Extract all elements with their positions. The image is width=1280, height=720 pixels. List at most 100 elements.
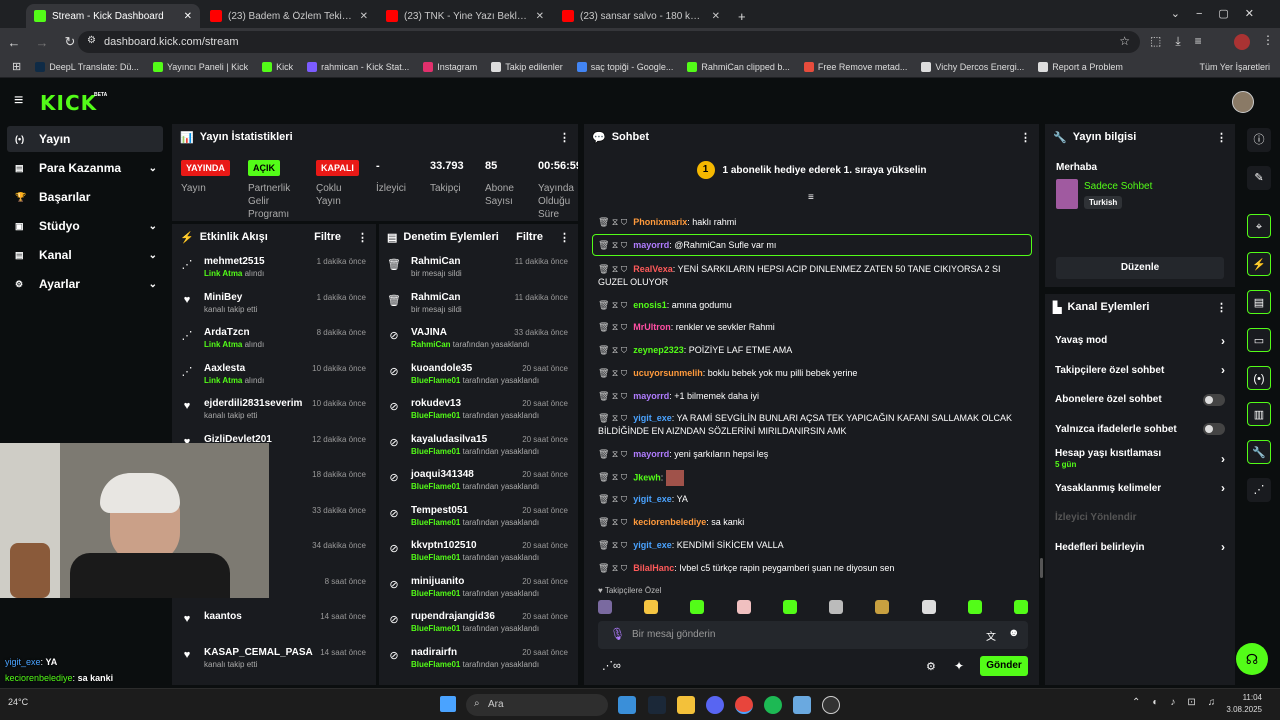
- feed-row[interactable]: 🗑 RahmiCan bir mesajı sildi 11 dakika önce: [379, 286, 578, 322]
- emote-icon[interactable]: [829, 600, 844, 614]
- bookmark-item[interactable]: Instagram: [423, 61, 477, 72]
- feed-row[interactable]: ⊘ rokudev13 BlueFlame01 tarafından yasakla…: [379, 392, 578, 428]
- sidebar-item[interactable]: (•) Yayın: [7, 126, 163, 152]
- send-button[interactable]: Gönder: [980, 656, 1028, 676]
- channel-action-item[interactable]: Abonelere özel sohbet: [1045, 385, 1235, 415]
- share-icon[interactable]: ⋰: [1247, 478, 1271, 502]
- activity-filter-button[interactable]: Filtre: [314, 231, 341, 243]
- pinned-toggle-icon[interactable]: ≡: [808, 192, 814, 203]
- chat-message[interactable]: 🗑 ⧖ ⛉ ucuyorsunmelih: boklu bebek yok mu …: [598, 367, 1028, 380]
- layout-icon[interactable]: ▥: [1247, 402, 1271, 426]
- emote-icon[interactable]: [736, 600, 751, 614]
- chat-username[interactable]: yigit_exe: [633, 413, 672, 423]
- feed-row[interactable]: ⋰ ArdaTzcn Link Atma alındı 8 dakika önce: [172, 321, 376, 357]
- stats-menu-icon[interactable]: ⋮: [559, 131, 570, 144]
- chat-username[interactable]: yigit_exe: [633, 540, 672, 550]
- chat-tools-icon[interactable]: ⋰∞: [602, 659, 621, 672]
- chat-message[interactable]: 🗑 ⧖ ⛉ mayorrd: yeni şarkıların hepsi leş: [598, 448, 1028, 461]
- clock-date[interactable]: 3.08.2025: [1206, 705, 1262, 714]
- feed-row[interactable]: ♥ KASAP_CEMAL_PASA kanalı takip etti 14 saa…: [172, 641, 376, 677]
- channel-action-item[interactable]: Hesap yaşı kısıtlaması 5 gün ›: [1045, 444, 1235, 474]
- bookmark-item[interactable]: rahmican - Kick Stat...: [307, 61, 409, 72]
- chat-message[interactable]: 🗑 ⧖ ⛉ MrUltron: renkler ve sevkler Rahmi: [598, 321, 1028, 334]
- chat-message[interactable]: 🗑 ⧖ ⛉ yigit_exe: YA: [598, 493, 1028, 506]
- emote-icon[interactable]: [967, 600, 982, 614]
- back-icon[interactable]: ←: [0, 35, 28, 50]
- hamburger-menu-icon[interactable]: ≡: [14, 92, 23, 110]
- tab-close-icon[interactable]: ✕: [184, 11, 192, 22]
- window-controls[interactable]: ⌄−▢✕: [1171, 7, 1270, 20]
- browser-tab[interactable]: (23) sansar salvo - 180 km. - Yo ✕: [554, 4, 728, 28]
- chat-username[interactable]: BilalHanc: [633, 563, 674, 573]
- emote-icon[interactable]: [644, 600, 659, 614]
- sidebar-item[interactable]: 🏆 Başarılar: [7, 184, 163, 210]
- browser-menu-icon[interactable]: ⋮: [1262, 33, 1274, 47]
- bookmark-item[interactable]: DeepL Translate: Dü...: [35, 61, 139, 72]
- bookmark-item[interactable]: Yayıncı Paneli | Kick: [152, 61, 248, 72]
- feed-row[interactable]: ⊘ nadirairfn BlueFlame01 tarafından yasakl…: [379, 641, 578, 677]
- bookmark-item[interactable]: Vichy Dercos Energi...: [921, 61, 1024, 72]
- sidebar-item[interactable]: ▣ Stüdyo ⌄: [7, 213, 163, 239]
- chat-bot-icon[interactable]: ✦: [954, 659, 964, 673]
- channel-action-item[interactable]: Yasaklanmış kelimeler ›: [1045, 474, 1235, 504]
- bookmark-item[interactable]: Free Remove metad...: [803, 61, 907, 72]
- emote-icon[interactable]: [921, 600, 936, 614]
- feed-row[interactable]: 🗑 RahmiCan bir mesajı sildi 11 dakika önce: [379, 250, 578, 286]
- emote-icon[interactable]: [1013, 600, 1028, 614]
- chat-username[interactable]: ucuyorsunmelih: [633, 368, 703, 378]
- chat-message[interactable]: 🗑 ⧖ ⛉ mayorrd: @RahmiCan Sufle var mı: [598, 239, 1028, 252]
- feed-row[interactable]: ⊘ VAJINA RahmiCan tarafından yasaklandı 33 …: [379, 321, 578, 357]
- sidebar-item[interactable]: ▤ Kanal ⌄: [7, 242, 163, 268]
- chat-username[interactable]: zeynep2323: [633, 345, 684, 355]
- chat-message[interactable]: 🗑 ⧖ ⛉ enosis1: amına godumu: [598, 299, 1028, 312]
- kick-logo[interactable]: KICK: [40, 91, 97, 115]
- mod-action-icons[interactable]: 🗑 ⧖ ⛉: [598, 240, 627, 250]
- support-chat-icon[interactable]: ☊: [1236, 643, 1268, 675]
- list-icon[interactable]: ▤: [1247, 290, 1271, 314]
- tab-close-icon[interactable]: ✕: [360, 11, 368, 22]
- feed-row[interactable]: ⊘ joaqui341348 BlueFlame01 tarafından yasa…: [379, 463, 578, 499]
- chat-message[interactable]: 🗑 ⧖ ⛉ yigit_exe: YA RAMİ SEVGİLİN BUNLARI…: [598, 412, 1028, 438]
- chrome-icon[interactable]: [735, 696, 753, 714]
- mod-action-icons[interactable]: 🗑 ⧖ ⛉: [598, 345, 627, 355]
- emote-icon[interactable]: [875, 600, 890, 614]
- browser-toolbar-icons[interactable]: ⬚⤓≡: [1150, 34, 1216, 49]
- feed-row[interactable]: ⊘ kkvptn102510 BlueFlame01 tarafından yasa…: [379, 534, 578, 570]
- feed-row[interactable]: ⊘ kayaludasilva15 BlueFlame01 tarafından y…: [379, 428, 578, 464]
- mod-action-icons[interactable]: 🗑 ⧖ ⛉: [598, 540, 627, 550]
- mod-action-icons[interactable]: 🗑 ⧖ ⛉: [598, 517, 627, 527]
- mod-action-icons[interactable]: 🗑 ⧖ ⛉: [598, 413, 627, 423]
- chat-message[interactable]: 🗑 ⧖ ⛉ keciorenbelediye: sa kanki: [598, 516, 1028, 529]
- bookmark-item[interactable]: Takip edilenler: [491, 61, 563, 72]
- broadcast-icon[interactable]: (•): [1247, 366, 1271, 390]
- chat-scrollbar[interactable]: [1040, 558, 1043, 578]
- target-icon[interactable]: ⌖: [1247, 214, 1271, 238]
- chat-message[interactable]: 🗑 ⧖ ⛉ mayorrd: +1 bilmemek daha iyi: [598, 390, 1028, 403]
- chat-username[interactable]: Phonixmarix: [633, 217, 687, 227]
- browser-tab[interactable]: Stream - Kick Dashboard ✕: [26, 4, 200, 28]
- language-tag[interactable]: Turkish: [1084, 196, 1123, 209]
- sidebar-item[interactable]: ⚙ Ayarlar ⌄: [7, 271, 163, 297]
- edit-icon[interactable]: ✎: [1247, 166, 1271, 190]
- url-input[interactable]: ⚙ dashboard.kick.com/stream ☆: [78, 31, 1140, 53]
- channel-actions-menu-icon[interactable]: ⋮: [1216, 301, 1227, 314]
- clock-time[interactable]: 11:04: [1222, 693, 1262, 702]
- windows-start-icon[interactable]: [440, 696, 456, 712]
- mod-action-icons[interactable]: 🗑 ⧖ ⛉: [598, 449, 627, 459]
- wrench-icon[interactable]: 🔧: [1247, 440, 1271, 464]
- chat-message[interactable]: 🗑 ⧖ ⛉ zeynep2323: POİZİYE LAF ETME AMA: [598, 344, 1028, 357]
- task-view-icon[interactable]: [618, 696, 636, 714]
- feed-row[interactable]: ⋰ Aaxlesta Link Atma alındı 10 dakika önce: [172, 357, 376, 393]
- spotify-icon[interactable]: [764, 696, 782, 714]
- toggle-switch[interactable]: [1203, 393, 1225, 406]
- chat-message[interactable]: 🗑 ⧖ ⛉ Jkewh:: [598, 470, 1028, 486]
- toggle-switch[interactable]: [1203, 423, 1225, 436]
- activity-menu-icon[interactable]: ⋮: [357, 231, 368, 244]
- user-avatar[interactable]: [1232, 91, 1254, 113]
- bookmark-item[interactable]: Kick: [262, 61, 293, 72]
- mod-action-icons[interactable]: 🗑 ⧖ ⛉: [598, 300, 627, 310]
- chat-username[interactable]: mayorrd: [633, 240, 669, 250]
- site-info-icon[interactable]: ⚙: [87, 35, 96, 46]
- file-explorer-icon[interactable]: [677, 696, 695, 714]
- new-tab-button[interactable]: +: [728, 4, 756, 28]
